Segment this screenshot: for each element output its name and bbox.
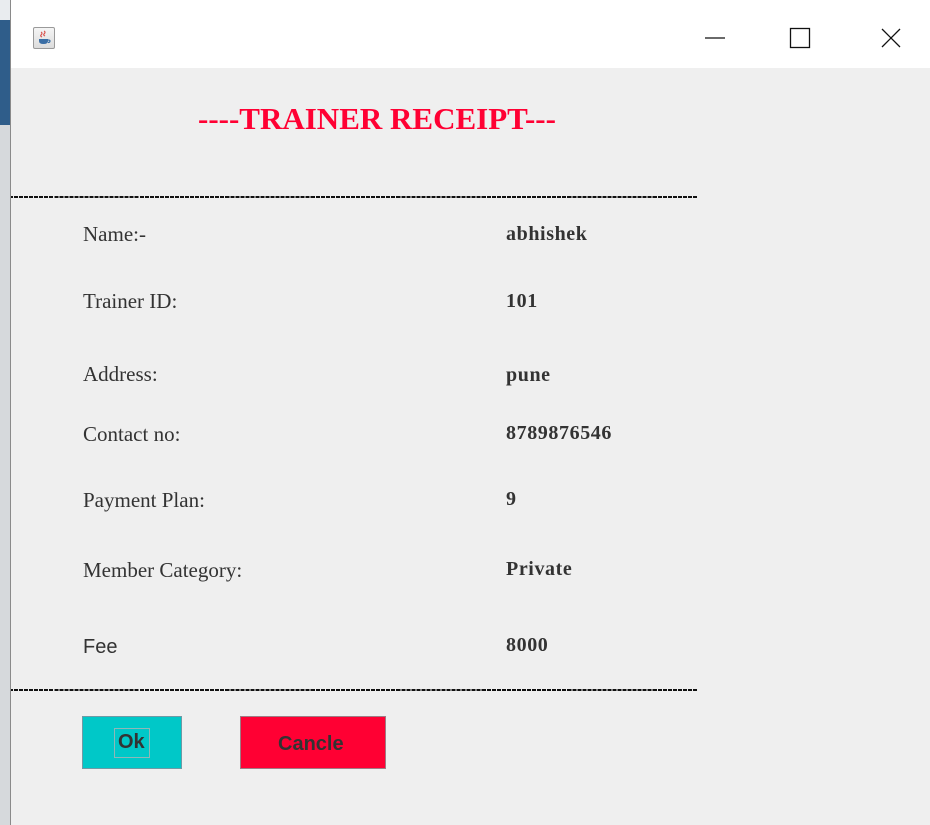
contact-label: Contact no:: [83, 422, 181, 446]
payment-plan-label: Payment Plan:: [83, 488, 205, 512]
minimize-icon: [705, 37, 725, 39]
trainer-id-label: Trainer ID:: [83, 289, 178, 313]
contact-value: 8789876546: [506, 422, 612, 444]
fee-value: 8000: [506, 634, 549, 656]
desktop-background: [0, 0, 10, 825]
name-label: Name:-: [83, 222, 146, 246]
ok-button-label: Ok: [118, 731, 145, 753]
payment-plan-value: 9: [506, 488, 517, 510]
name-value: abhishek: [506, 223, 588, 245]
member-category-value: Private: [506, 558, 573, 580]
member-category-label: Member Category:: [83, 558, 243, 582]
cancel-button[interactable]: Cancle: [240, 716, 386, 769]
minimize-button[interactable]: [695, 20, 735, 56]
fee-label: Fee: [83, 636, 118, 658]
close-button[interactable]: [871, 20, 911, 56]
maximize-icon: [789, 27, 811, 49]
maximize-button[interactable]: [780, 20, 820, 56]
address-value: pune: [506, 364, 551, 386]
title-bar[interactable]: [11, 0, 930, 68]
ok-button[interactable]: Ok: [82, 716, 182, 769]
address-label: Address:: [83, 362, 158, 386]
close-icon: [881, 28, 901, 48]
cancel-button-label: Cancle: [278, 733, 344, 755]
trainer-id-value: 101: [506, 290, 538, 312]
bottom-divider: [11, 689, 697, 693]
receipt-window: ----TRAINER RECEIPT--- Name:- abhishek T…: [10, 0, 930, 825]
receipt-heading: ----TRAINER RECEIPT---: [198, 101, 556, 136]
java-cup-icon: [33, 27, 55, 49]
top-divider: [11, 196, 697, 200]
